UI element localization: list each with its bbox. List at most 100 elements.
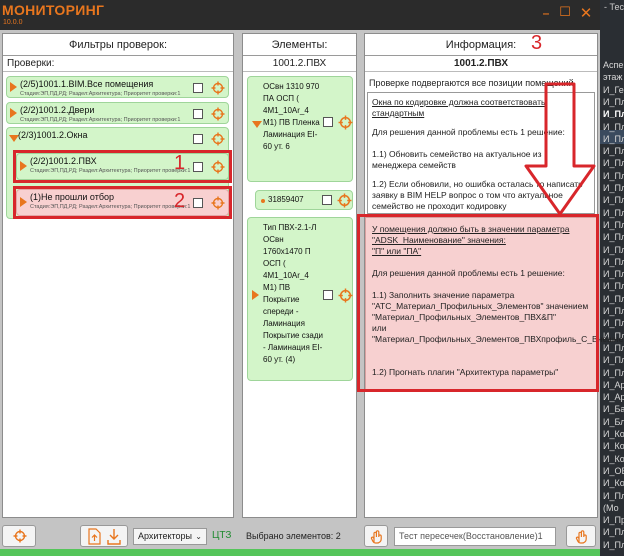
hand-pointer-icon	[370, 530, 382, 544]
element-checkbox[interactable]	[323, 117, 333, 127]
bg-editor-row: И_Ко	[603, 429, 624, 439]
bg-editor-row: И_Бл	[603, 416, 624, 427]
annotation-box-1	[13, 150, 232, 183]
bg-editor-row: этаж	[603, 72, 623, 83]
check-item-title: (2/5)1001.1.BIM.Все помещения	[20, 79, 154, 89]
bg-editor-row: И_Пл	[603, 146, 624, 157]
info-check-name: 1001.2.ПВХ	[365, 56, 597, 72]
elements-header: Элементы:	[243, 34, 356, 56]
bg-editor-row: И_Пл	[603, 293, 624, 304]
crosshair-target-icon[interactable]	[211, 81, 225, 95]
main-body: Фильтры проверок: Проверки: (2/5)1001.1.…	[0, 30, 624, 556]
crosshair-target-icon[interactable]	[338, 288, 353, 303]
check-item-checkbox[interactable]	[193, 83, 203, 93]
annotation-box-3	[357, 214, 599, 392]
bg-editor-row: И_Пл	[603, 183, 624, 193]
bg-editor-row: И_Пл	[603, 121, 624, 132]
bg-editor-row: И_Пл	[603, 367, 624, 378]
check-item-title: (2/3)1001.2.Окна	[18, 130, 88, 140]
bg-editor-row: И_Пл	[603, 269, 624, 280]
bullet-dot-icon	[261, 199, 265, 203]
collapse-arrow-icon[interactable]	[252, 121, 262, 128]
bg-editor-row: И_Ко	[603, 478, 624, 489]
bg-editor-row: И_Ар	[603, 379, 624, 390]
bg-editor-row: И_Пл	[603, 207, 624, 218]
element-card[interactable]: Тип ПВХ-2.1-Л ОСвн 1760x1470 П ОСП ( 4М1…	[247, 217, 353, 381]
maximize-button[interactable]: ☐	[556, 4, 574, 22]
bg-editor-row: И_Пл	[603, 195, 624, 206]
annotation-number-3: 3	[531, 32, 543, 54]
bg-editor-row: И_Пл	[603, 219, 624, 230]
element-checkbox[interactable]	[323, 290, 333, 300]
element-checkbox[interactable]	[322, 195, 332, 205]
bg-editor-row: И_Пл	[603, 170, 624, 181]
expand-arrow-icon[interactable]	[10, 82, 17, 92]
check-item-bim-all-rooms[interactable]: (2/5)1001.1.BIM.Все помещения Стадия:ЭП,…	[6, 76, 229, 98]
selected-count-label: Выбрано элементов: 2	[246, 531, 341, 541]
info-header: Информация:	[365, 34, 597, 56]
cts-label[interactable]: ЦТЗ	[212, 530, 231, 541]
background-editor-strip: - Тест АспектэтажИ_ГенИ_ПлИ_ПлИ_ПлИ_ПлИ_…	[600, 0, 624, 556]
locate-button[interactable]	[2, 525, 36, 547]
bg-editor-row: И_Пл	[603, 256, 624, 267]
bg-editor-row: И_Пл	[603, 527, 624, 538]
bg-editor-row: И_Пл	[603, 490, 624, 501]
bg-editor-row: И_ОВ	[603, 465, 624, 476]
app-title: МОНИТОРИНГ	[2, 2, 105, 18]
pointer-button[interactable]	[364, 525, 388, 547]
close-button[interactable]: ✕	[577, 4, 595, 22]
bg-editor-row: И_Ко	[603, 441, 624, 452]
annotation-arrow-icon	[524, 82, 596, 216]
discipline-select[interactable]: Архитекторы ⌄	[133, 528, 207, 545]
check-item-checkbox[interactable]	[193, 109, 203, 119]
minimize-button[interactable]: –	[537, 4, 555, 22]
elements-panel: Элементы: 1001.2.ПВХ ОСвн 1310 970 ПА ОС…	[242, 33, 357, 518]
element-card-text: Тип ПВХ-2.1-Л ОСвн 1760x1470 П ОСП ( 4М1…	[263, 223, 323, 364]
chevron-down-icon: ⌄	[195, 532, 202, 541]
annotation-number-1: 1	[174, 152, 186, 174]
hand-pointer-icon	[575, 530, 587, 544]
crosshair-target-icon	[13, 529, 27, 543]
element-card-text: ОСвн 1310 970 ПА ОСП ( 4М1_10Ar_4 М1) ПВ…	[263, 82, 320, 151]
expand-arrow-icon[interactable]	[10, 108, 17, 118]
check-item-checkbox[interactable]	[193, 134, 203, 144]
bg-editor-row: И_Ген	[603, 84, 624, 95]
app-version: 10.0.0	[3, 19, 23, 26]
bg-editor-row: И_Ба	[603, 404, 624, 415]
bg-editor-row: Аспект	[603, 60, 624, 70]
annotation-box-2	[13, 186, 232, 219]
bg-editor-row: И_Пл	[603, 133, 624, 144]
status-strip	[0, 549, 600, 556]
crosshair-target-icon[interactable]	[211, 107, 225, 121]
element-card[interactable]: ОСвн 1310 970 ПА ОСП ( 4М1_10Ar_4 М1) ПВ…	[247, 76, 353, 182]
elements-group-label: 1001.2.ПВХ	[243, 56, 356, 72]
checks-label: Проверки:	[3, 56, 233, 72]
bg-editor-row: И_Пл	[603, 318, 624, 329]
bg-editor-row: И_Пл	[603, 306, 624, 316]
bg-editor-row: И_Пл	[603, 158, 624, 169]
bg-editor-row: И_Пл	[603, 281, 624, 292]
search-input-text: Тест пересечек(Восстановление)1	[399, 531, 543, 541]
export-file-icon	[88, 528, 101, 545]
crosshair-target-icon[interactable]	[211, 132, 225, 146]
bg-editor-row: И_Пл	[603, 232, 624, 243]
check-item-meta: Стадия:ЭП,ПД,РД; Раздел:Архитектура; При…	[20, 117, 181, 123]
crosshair-target-icon[interactable]	[337, 193, 352, 208]
crosshair-target-icon[interactable]	[338, 115, 353, 130]
filters-header: Фильтры проверок:	[3, 34, 233, 56]
discipline-select-value: Архитекторы	[138, 531, 192, 541]
pointer-button-right[interactable]	[566, 525, 596, 547]
search-input[interactable]: Тест пересечек(Восстановление)1	[394, 527, 556, 546]
export-import-button[interactable]	[80, 525, 128, 547]
bg-editor-row: И_Пл	[603, 355, 624, 366]
bg-editor-row: И_Ар	[603, 392, 624, 403]
bg-tab-title: - Тест	[604, 2, 624, 12]
bg-editor-row: И_Пл	[603, 96, 624, 107]
download-icon	[107, 529, 121, 545]
check-item-meta: Стадия:ЭП,ПД,РД; Раздел:Архитектура; При…	[20, 91, 181, 97]
check-item-doors[interactable]: (2/2)1001.2.Двери Стадия:ЭП,ПД,РД; Разде…	[6, 102, 229, 124]
element-id-text: 31859407	[268, 195, 304, 204]
bg-editor-row: И_Пр	[603, 515, 624, 526]
element-card-id[interactable]: 31859407	[255, 190, 353, 210]
expand-arrow-icon[interactable]	[252, 290, 259, 300]
